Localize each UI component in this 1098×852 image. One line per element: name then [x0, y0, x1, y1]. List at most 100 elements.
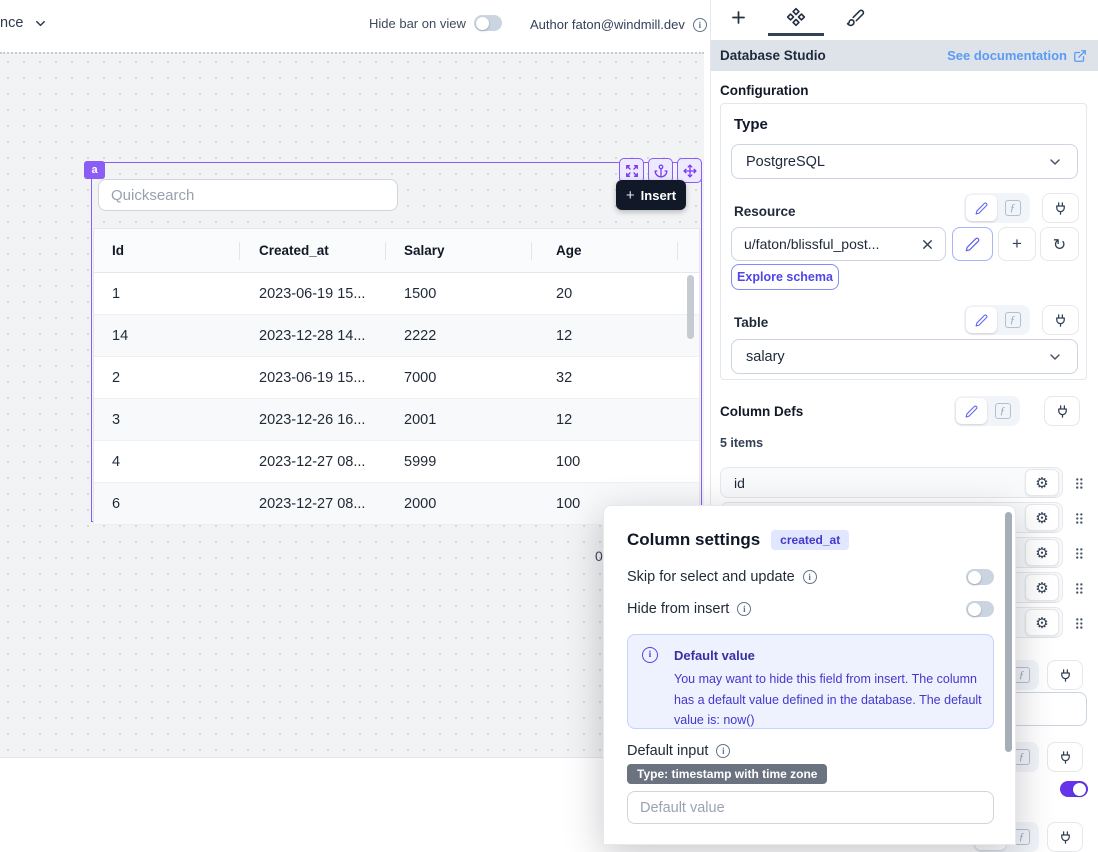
column-type-badge: Type: timestamp with time zone [627, 764, 827, 784]
table-scrollbar[interactable] [687, 275, 694, 339]
cell: 2023-06-19 15... [239, 357, 385, 398]
move-icon [683, 164, 697, 178]
info-icon[interactable]: i [803, 570, 817, 584]
drag-handle-icon[interactable] [1072, 544, 1086, 562]
column-def-item-id[interactable]: id [720, 467, 1063, 498]
brush-icon [846, 8, 865, 27]
table-select-value: salary [746, 349, 785, 365]
column-header-created-at[interactable]: Created_at [239, 229, 385, 272]
column-header-salary[interactable]: Salary [385, 229, 531, 272]
hide-from-insert-toggle[interactable] [966, 601, 994, 617]
static-edit-mode-button[interactable] [966, 195, 997, 221]
column-settings-gear-icon[interactable]: ⚙ [1025, 469, 1059, 496]
table-row[interactable]: 3 2023-12-26 16... 2001 12 [94, 399, 699, 441]
pencil-icon [965, 405, 978, 418]
cell: 2023-12-27 08... [239, 483, 385, 524]
column-settings-gear-icon[interactable]: ⚙ [1025, 574, 1059, 601]
tab-insert-component[interactable] [728, 7, 748, 27]
hide-bar-toggle[interactable] [474, 15, 502, 31]
plus-icon: + [1012, 234, 1022, 254]
cell: 6 [94, 483, 239, 524]
refresh-resource-button[interactable]: ↻ [1040, 227, 1079, 261]
pencil-icon [975, 314, 988, 327]
doc-link-label: See documentation [947, 48, 1067, 63]
type-select[interactable]: PostgreSQL [731, 144, 1078, 179]
resource-connect-button[interactable] [1042, 193, 1079, 223]
quicksearch-input[interactable] [98, 179, 398, 211]
clear-icon[interactable] [920, 237, 935, 252]
cell: 2023-12-26 16... [239, 399, 385, 440]
pencil-icon [975, 202, 988, 215]
column-settings-popup: Column settings created_at Skip for sele… [603, 505, 1016, 845]
column-def-name: id [734, 475, 745, 491]
refresh-icon: ↻ [1053, 235, 1066, 254]
function-icon: ƒ [1005, 312, 1021, 328]
table-row[interactable]: 4 2023-12-27 08... 5999 100 [94, 441, 699, 483]
active-tab-underline [768, 33, 824, 36]
drag-handle-icon[interactable] [1072, 579, 1086, 597]
info-icon[interactable]: i [737, 602, 751, 616]
table-connect-button[interactable] [1042, 305, 1079, 335]
static-edit-mode-button[interactable] [966, 307, 997, 333]
popup-title: Column settings [627, 530, 760, 550]
column-header-spacer [677, 229, 699, 272]
column-defs-edit-mode-toggle: ƒ [954, 396, 1020, 426]
truncated-breadcrumb-dropdown[interactable]: nce [0, 15, 48, 31]
configuration-box: Type PostgreSQL Resource ƒ u/faton/b [720, 103, 1087, 380]
function-edit-mode-button[interactable]: ƒ [987, 398, 1018, 424]
setting-connect-button[interactable] [1047, 822, 1083, 852]
resource-label: Resource [734, 204, 796, 219]
info-icon: i [642, 647, 658, 663]
component-icon [786, 7, 806, 27]
insert-button[interactable]: + Insert [616, 180, 686, 210]
skip-select-update-toggle[interactable] [966, 569, 994, 585]
alert-title: Default value [674, 648, 755, 663]
column-settings-gear-icon[interactable]: ⚙ [1025, 609, 1059, 636]
alert-body: You may want to hide this field from ins… [674, 669, 996, 731]
table-row[interactable]: 2 2023-06-19 15... 7000 32 [94, 357, 699, 399]
function-icon: ƒ [995, 403, 1011, 419]
table-row[interactable]: 1 2023-06-19 15... 1500 20 [94, 273, 699, 315]
table-select[interactable]: salary [731, 339, 1078, 374]
tab-styling[interactable] [845, 7, 865, 27]
skip-select-update-label: Skip for select and update [627, 569, 795, 585]
see-documentation-link[interactable]: See documentation [947, 48, 1087, 63]
cell: 12 [531, 315, 677, 356]
drag-handle-icon[interactable] [1072, 509, 1086, 527]
cell: 2023-12-27 08... [239, 441, 385, 482]
setting-connect-button[interactable] [1047, 660, 1083, 690]
static-edit-mode-button[interactable] [956, 398, 987, 424]
drag-handle-icon[interactable] [1072, 614, 1086, 632]
info-icon[interactable]: i [716, 744, 730, 758]
resource-input[interactable]: u/faton/blissful_post... [731, 227, 946, 261]
column-header-id[interactable]: Id [94, 229, 239, 272]
cell: 2001 [385, 399, 531, 440]
drag-handle-icon[interactable] [1072, 474, 1086, 492]
add-resource-button[interactable]: + [998, 227, 1036, 261]
info-icon[interactable]: i [693, 18, 707, 32]
app-canvas[interactable]: a + Insert Id Created_at Salary Age 1 [0, 52, 704, 758]
column-defs-connect-button[interactable] [1044, 396, 1080, 426]
table-row[interactable]: 14 2023-12-28 14... 2222 12 [94, 315, 699, 357]
column-settings-gear-icon[interactable]: ⚙ [1025, 539, 1059, 566]
tab-component-settings[interactable] [786, 7, 806, 27]
default-value-input[interactable] [627, 791, 994, 824]
popup-scrollbar[interactable] [1005, 512, 1012, 752]
setting-toggle-on[interactable] [1060, 781, 1088, 797]
cell: 20 [531, 273, 677, 314]
function-edit-mode-button[interactable]: ƒ [997, 195, 1028, 221]
column-settings-gear-icon[interactable]: ⚙ [1025, 504, 1059, 531]
column-name-badge: created_at [771, 530, 849, 550]
table-header-row: Id Created_at Salary Age [94, 229, 699, 273]
anchor-icon [654, 164, 668, 178]
function-edit-mode-button[interactable]: ƒ [997, 307, 1028, 333]
author-label: Author faton@windmill.dev [530, 17, 685, 32]
component-tag-badge: a [84, 161, 105, 179]
cell: 14 [94, 315, 239, 356]
edit-resource-button[interactable] [952, 227, 993, 261]
column-header-age[interactable]: Age [531, 229, 677, 272]
configuration-heading: Configuration [720, 83, 808, 98]
setting-connect-button[interactable] [1047, 742, 1083, 772]
cell: 5999 [385, 441, 531, 482]
explore-schema-button[interactable]: Explore schema [731, 264, 839, 290]
